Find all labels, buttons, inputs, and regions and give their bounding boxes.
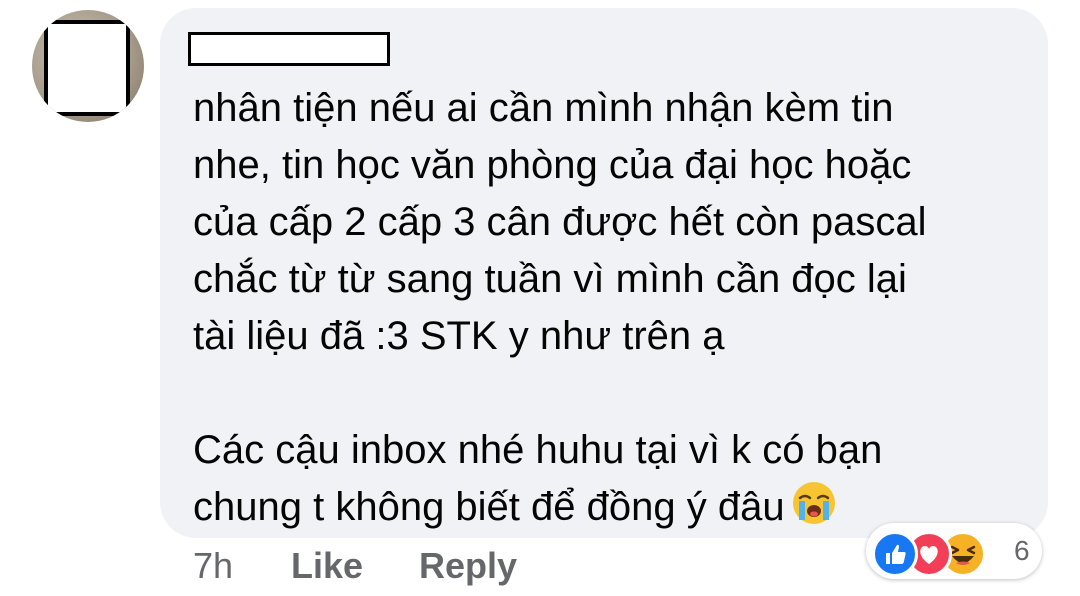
comment-line: chắc từ từ sang tuần vì mình cần đọc lại <box>193 257 907 301</box>
avatar-redaction-box <box>44 20 130 116</box>
author-name-redacted[interactable] <box>188 32 390 66</box>
paragraph-break <box>193 365 1023 422</box>
comment-body: nhân tiện nếu ai cần mình nhận kèm tin n… <box>193 80 1023 536</box>
reaction-count: 6 <box>1014 535 1030 566</box>
reaction-summary[interactable]: 6 <box>866 523 1042 579</box>
comment-timestamp[interactable]: 7h <box>193 545 233 587</box>
comment-line: Các cậu inbox nhé huhu tại vì k có bạn <box>193 428 883 472</box>
like-button[interactable]: Like <box>291 545 363 587</box>
reply-button[interactable]: Reply <box>419 545 517 587</box>
comment-line: tài liệu đã :3 STK y như trên ạ <box>193 314 725 358</box>
comment-line: nhe, tin học văn phòng của đại học hoặc <box>193 143 912 187</box>
comment-line-text: chung t không biết để đồng ý đâu <box>193 485 785 529</box>
loudly-crying-face-icon <box>792 482 835 524</box>
comment-screen: nhân tiện nếu ai cần mình nhận kèm tin n… <box>0 0 1080 596</box>
comment-line: nhân tiện nếu ai cần mình nhận kèm tin <box>193 86 894 130</box>
comment-line: của cấp 2 cấp 3 cân được hết còn pascal <box>193 200 927 244</box>
like-reaction-icon <box>872 531 918 577</box>
avatar[interactable] <box>32 10 144 122</box>
